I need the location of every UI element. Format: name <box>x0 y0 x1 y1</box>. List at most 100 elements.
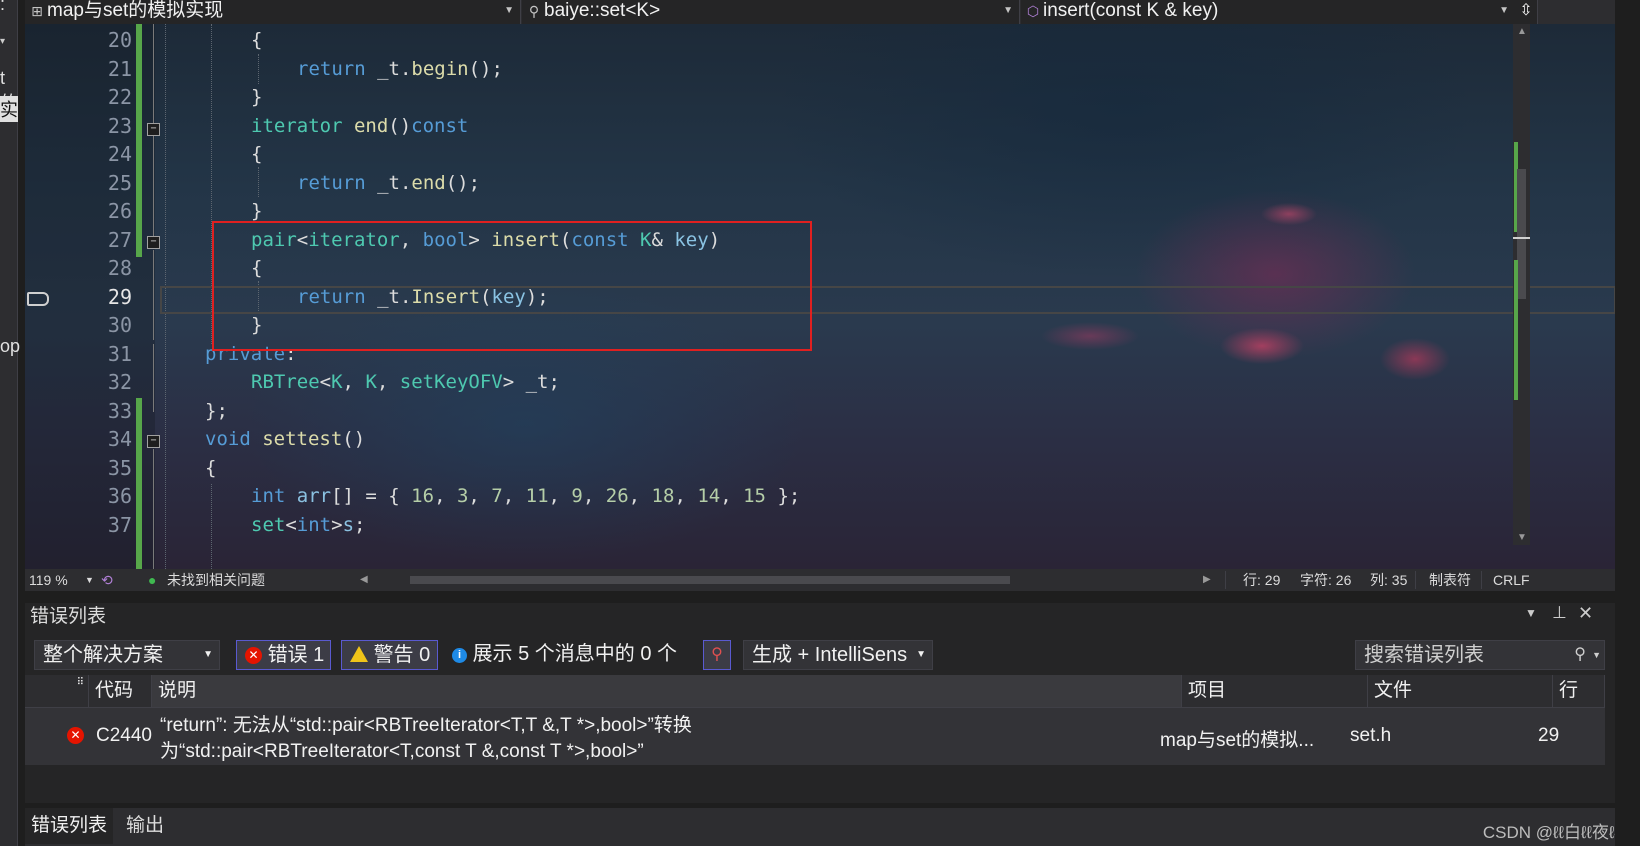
split-icon[interactable]: ⇳ <box>1515 0 1538 24</box>
code-token: }; <box>766 485 801 507</box>
code-line[interactable]: iterator end()const <box>251 115 468 137</box>
tab-output[interactable]: 输出 <box>120 808 170 844</box>
code-token: K <box>331 371 343 393</box>
code-line[interactable]: } <box>251 86 262 108</box>
code-line[interactable]: void settest() <box>205 428 365 450</box>
line-indicator[interactable]: 行: 29 <box>1243 569 1280 591</box>
error-code: C2440 <box>96 725 152 746</box>
code-token: RBTree <box>251 371 320 393</box>
outline-line <box>153 24 154 124</box>
code-token: () <box>342 428 366 450</box>
code-token: 3 <box>456 485 469 507</box>
scroll-down-icon[interactable]: ▼ <box>1517 532 1527 543</box>
warnings-filter-label: 警告 0 <box>373 644 431 666</box>
line-number: 23 <box>107 113 132 138</box>
line-number: 36 <box>107 484 132 508</box>
column-header-project[interactable]: 项目 <box>1182 675 1368 707</box>
table-row[interactable]: ✕ C2440 “return”: 无法从“std::pair<RBTreeIt… <box>25 708 1605 765</box>
column-header-description[interactable]: 说明 <box>152 675 1182 707</box>
build-intellisense-select[interactable]: 生成 + IntelliSens ▼ <box>743 640 933 670</box>
zoom-level[interactable]: 119 % <box>29 569 68 591</box>
code-token: return <box>297 171 366 194</box>
editor-horizontal-scrollbar[interactable] <box>400 574 1190 586</box>
filter-icon[interactable]: ⚲ <box>703 640 731 670</box>
code-token: 11 <box>525 485 549 507</box>
pin-icon[interactable]: ⊥ <box>1552 603 1567 623</box>
code-token: , <box>582 485 606 507</box>
window-edge <box>1615 0 1640 846</box>
collapse-outline-button[interactable]: − <box>147 435 160 448</box>
line-number: 30 <box>107 313 132 337</box>
column-header-code[interactable]: 代码 <box>89 675 152 707</box>
code-token: > <box>331 513 343 536</box>
code-line[interactable]: { <box>251 29 262 51</box>
change-indicator-bar <box>136 398 142 569</box>
member-dropdown[interactable]: ⬡ insert(const K & key) ▼ <box>1021 0 1516 24</box>
error-grid-header: ⠿ 代码 说明 项目 文件 行 <box>25 675 1605 708</box>
scroll-right-icon[interactable]: ▶ <box>1203 569 1211 591</box>
method-cube-icon: ⬡ <box>1026 3 1040 19</box>
left-panel-strip: : ▾ t的 实 op <box>0 0 21 846</box>
line-number: 37 <box>107 512 132 537</box>
panel-menu-icon[interactable]: ▼ <box>1525 606 1537 620</box>
collapse-arrow-icon[interactable]: ▾ <box>0 36 5 47</box>
scroll-up-icon[interactable]: ▲ <box>1517 26 1527 37</box>
column-indicator[interactable]: 列: 35 <box>1370 569 1407 591</box>
code-token: , <box>674 485 698 507</box>
code-line[interactable]: set<int>s; <box>251 514 365 536</box>
tab-error-list[interactable]: 错误列表 <box>25 808 114 844</box>
code-line[interactable]: return _t.end(); <box>297 172 480 194</box>
code-line[interactable]: return _t.begin(); <box>297 58 503 80</box>
code-line[interactable]: { <box>251 143 262 165</box>
navigation-bar: ⊞ map与set的模拟实现 ▼ ⚲ baiye::set<K> ▼ ⬡ insert… <box>25 0 1615 24</box>
annotation-highlight-box <box>212 221 812 351</box>
sort-icon[interactable]: ⠿ <box>25 675 89 707</box>
code-line[interactable]: int arr[] = { 16, 3, 7, 11, 9, 26, 18, 1… <box>251 485 800 507</box>
editor-vertical-scrollbar[interactable]: ▲ ▼ <box>1513 24 1530 545</box>
line-number: 24 <box>107 142 132 166</box>
search-icon: ⚲ <box>1574 646 1586 663</box>
code-token: s <box>342 513 355 536</box>
tabs-indicator[interactable]: 制表符 <box>1429 569 1471 591</box>
search-error-list-input[interactable]: 搜索错误列表 ⚲ ▼ <box>1355 640 1605 670</box>
column-header-file[interactable]: 文件 <box>1368 675 1553 707</box>
line-number: 20 <box>107 28 132 52</box>
chevron-down-icon[interactable]: ▼ <box>85 569 94 591</box>
divider <box>1225 571 1226 589</box>
code-line[interactable]: } <box>251 200 262 222</box>
outline-line <box>153 136 154 236</box>
issues-status[interactable]: 未找到相关问题 <box>167 569 265 591</box>
current-statement-marker-icon <box>27 292 49 306</box>
scope-dropdown[interactable]: ⚲ baiye::set<K> ▼ <box>522 0 1020 24</box>
code-token: 18 <box>651 485 675 507</box>
char-indicator[interactable]: 字符: 26 <box>1300 569 1351 591</box>
code-token: 15 <box>743 485 766 507</box>
left-strip-fragment: op <box>0 336 21 356</box>
error-description-line2: 为“std::pair<RBTreeIterator<T,const T &,c… <box>160 741 644 762</box>
code-line[interactable]: RBTree<K, K, setKeyOFV> _t; <box>251 371 560 393</box>
line-ending-indicator[interactable]: CRLF <box>1493 569 1530 591</box>
code-token: > _t; <box>502 371 560 393</box>
collapse-outline-button[interactable]: − <box>147 236 160 249</box>
project-dropdown[interactable]: ⊞ map与set的模拟实现 ▼ <box>25 0 521 24</box>
column-header-line[interactable]: 行 <box>1553 675 1605 707</box>
code-token: 16 <box>411 485 435 507</box>
scrollbar-thumb[interactable] <box>410 576 1010 584</box>
warnings-filter-button[interactable]: 警告 0 <box>341 640 438 670</box>
messages-filter-button[interactable]: i 展示 5 个消息中的 0 个 <box>452 640 677 670</box>
bottom-tab-strip <box>25 808 1615 846</box>
chevron-down-icon: ▼ <box>504 5 514 16</box>
scrollbar-thumb[interactable] <box>1517 169 1526 299</box>
scope-select-value: 整个解决方案 <box>43 644 163 666</box>
code-token: < <box>285 513 297 536</box>
close-icon[interactable]: ✕ <box>1578 603 1593 624</box>
intellicode-icon[interactable]: ⟲ <box>101 569 113 591</box>
errors-filter-button[interactable]: ✕ 错误 1 <box>236 640 331 670</box>
scope-select[interactable]: 整个解决方案 ▼ <box>34 640 220 670</box>
scroll-left-icon[interactable]: ◀ <box>360 569 368 591</box>
line-number: 28 <box>107 256 132 280</box>
code-line[interactable]: }; <box>205 400 228 422</box>
collapse-outline-button[interactable]: − <box>147 123 160 136</box>
code-editor[interactable]: − − − 20{21 return _t.begin(); 22} 23 iterat… <box>25 24 1615 569</box>
code-line[interactable]: { <box>205 457 216 479</box>
